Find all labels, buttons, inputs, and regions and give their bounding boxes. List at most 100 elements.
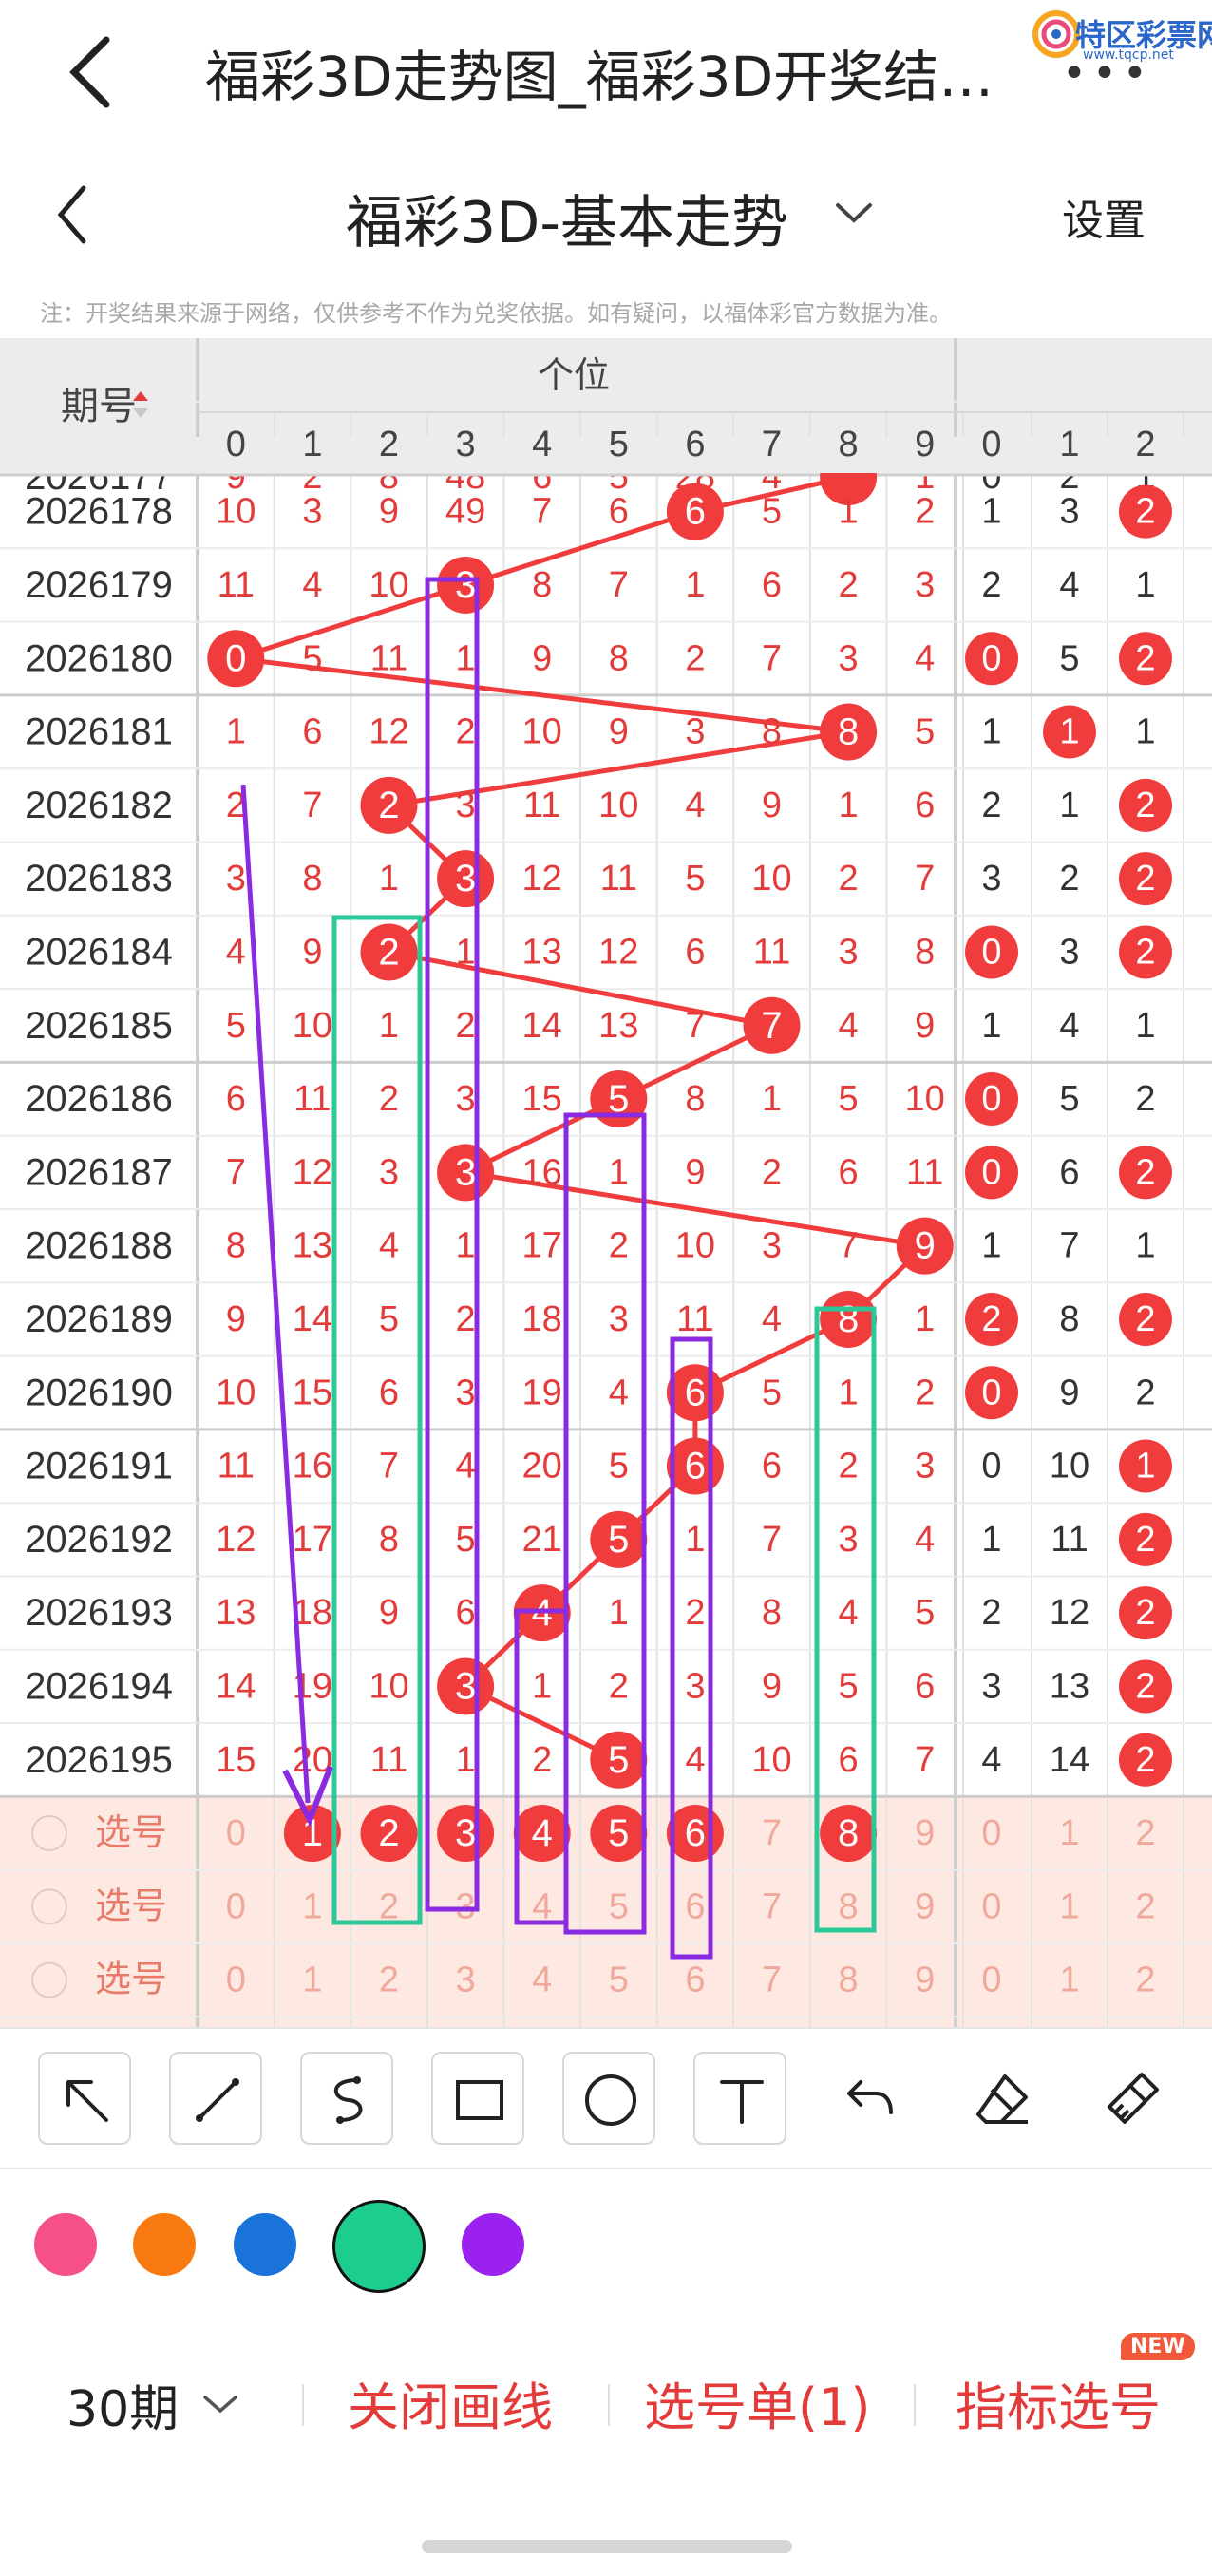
table-cell: 4 <box>456 1447 476 1487</box>
table-cell: 4 <box>685 786 705 825</box>
table-cell: 1 <box>456 638 476 678</box>
extra-digit-header: 2 <box>1135 425 1155 464</box>
winning-number: 8 <box>838 1298 859 1340</box>
select-extra-cell: 1 <box>1059 1886 1079 1926</box>
back-arrow-icon[interactable] <box>59 34 125 110</box>
select-cell: 9 <box>915 1960 935 2000</box>
table-cell: 9 <box>762 786 782 825</box>
table-cell: 2 <box>685 1593 705 1633</box>
digit-header: 5 <box>609 425 629 464</box>
table-cell: 6 <box>685 932 705 972</box>
rectangle-tool-button[interactable] <box>431 2052 524 2145</box>
extra-hit-number: 2 <box>1135 859 1155 899</box>
table-cell: 20 <box>522 1447 562 1487</box>
select-cell: 4 <box>532 1960 552 2000</box>
table-cell: 14 <box>216 1666 256 1706</box>
arrow-tool-button[interactable] <box>38 2052 131 2145</box>
extra-cell: 1 <box>1059 786 1079 825</box>
text-tool-button[interactable] <box>693 2052 786 2145</box>
table-cell: 1 <box>839 492 859 532</box>
table-cell: 1 <box>609 1152 629 1192</box>
winning-number: 2 <box>378 785 399 826</box>
period-label: 2026180 <box>25 637 173 679</box>
chevron-down-icon[interactable] <box>832 198 876 226</box>
undo-button[interactable] <box>824 2052 918 2145</box>
table-cell: 13 <box>216 1593 256 1633</box>
table-cell: 3 <box>839 1520 859 1560</box>
extra-cell: 9 <box>1059 1373 1079 1412</box>
eraser-button[interactable] <box>956 2052 1049 2145</box>
winning-number: 0 <box>225 637 246 679</box>
circle-tool-icon <box>585 2074 636 2126</box>
period-label: 2026192 <box>25 1519 173 1561</box>
extra-cell: 1 <box>1135 1226 1155 1266</box>
home-indicator <box>422 2540 792 2553</box>
color-swatch-green-selected[interactable] <box>332 2200 426 2293</box>
table-cell: 1 <box>379 859 399 899</box>
table-cell: 14 <box>293 1299 332 1339</box>
extra-cell: 10 <box>1050 1447 1089 1487</box>
table-cell: 3 <box>379 1152 399 1192</box>
select-label: 选号 <box>95 1960 167 2000</box>
selection-list-button[interactable]: 选号单(1) <box>644 2365 871 2440</box>
table-cell: 3 <box>915 1447 935 1487</box>
period-label: 2026182 <box>25 785 173 826</box>
table-cell: 17 <box>522 1226 562 1266</box>
select-cell: 0 <box>226 1813 246 1853</box>
table-cell: 3 <box>456 1373 476 1412</box>
table-cell: 15 <box>522 1079 562 1119</box>
winning-number: 6 <box>685 491 706 533</box>
select-extra-cell: 0 <box>981 1813 1001 1853</box>
table-cell: 17 <box>293 1520 332 1560</box>
curve-tool-button[interactable] <box>300 2052 393 2145</box>
table-cell: 5 <box>226 1006 246 1046</box>
table-cell: 6 <box>915 1666 935 1706</box>
table-cell: 11 <box>906 1152 943 1192</box>
table-cell: 5 <box>302 638 322 678</box>
extra-hit-number: 2 <box>1135 1520 1155 1560</box>
table-cell: 9 <box>226 1299 246 1339</box>
winning-number: 9 <box>915 1225 936 1267</box>
select-cell: 2 <box>379 1960 399 2000</box>
select-label: 选号 <box>95 1886 167 1926</box>
table-cell: 12 <box>216 1520 256 1560</box>
select-cell: 0 <box>226 1960 246 2000</box>
settings-button[interactable]: 设置 <box>1062 186 1146 247</box>
select-cell: 6 <box>685 1960 705 2000</box>
extra-hit-number: 2 <box>981 1299 1001 1339</box>
chevron-down-icon[interactable] <box>199 2392 241 2416</box>
table-cell: 3 <box>302 492 322 532</box>
table-cell: 9 <box>379 492 399 532</box>
circle-tool-button[interactable] <box>562 2052 655 2145</box>
table-cell: 19 <box>522 1373 562 1412</box>
color-swatch-blue[interactable] <box>234 2213 296 2276</box>
indicator-select-button[interactable]: 指标选号 <box>956 2365 1161 2440</box>
table-cell: 16 <box>522 1152 562 1192</box>
color-swatch-orange[interactable] <box>133 2213 196 2276</box>
table-cell: 14 <box>522 1006 562 1046</box>
table-cell: 7 <box>685 1006 705 1046</box>
select-cell: 6 <box>685 1886 705 1926</box>
extra-cell: 2 <box>981 1593 1001 1633</box>
period-label: 2026194 <box>25 1665 173 1707</box>
chart-type-title[interactable]: 福彩3D-基本走势 <box>346 177 788 259</box>
extra-cell: 7 <box>1059 1226 1079 1266</box>
table-cell: 16 <box>293 1447 332 1487</box>
period-label: 2026191 <box>25 1446 173 1487</box>
table-cell: 13 <box>522 932 562 972</box>
table-cell: 9 <box>915 1006 935 1046</box>
extra-hit-number: 2 <box>1135 638 1155 678</box>
close-lines-button[interactable]: 关闭画线 <box>348 2365 553 2440</box>
trend-table-canvas[interactable]: 期号个位012345678901220261779284865284810210… <box>0 338 1212 2027</box>
extra-cell: 1 <box>981 1226 1001 1266</box>
color-swatch-pink[interactable] <box>34 2213 97 2276</box>
extra-cell: 1 <box>1135 712 1155 752</box>
clear-button[interactable] <box>1087 2052 1180 2145</box>
sub-back-icon[interactable] <box>49 180 97 249</box>
extra-hit-number: 1 <box>1135 1447 1155 1487</box>
table-cell: 7 <box>915 1740 935 1780</box>
period-selector[interactable]: 30期 <box>66 2369 179 2440</box>
line-tool-button[interactable] <box>169 2052 262 2145</box>
color-swatch-purple[interactable] <box>462 2213 524 2276</box>
digit-header: 7 <box>762 425 782 464</box>
